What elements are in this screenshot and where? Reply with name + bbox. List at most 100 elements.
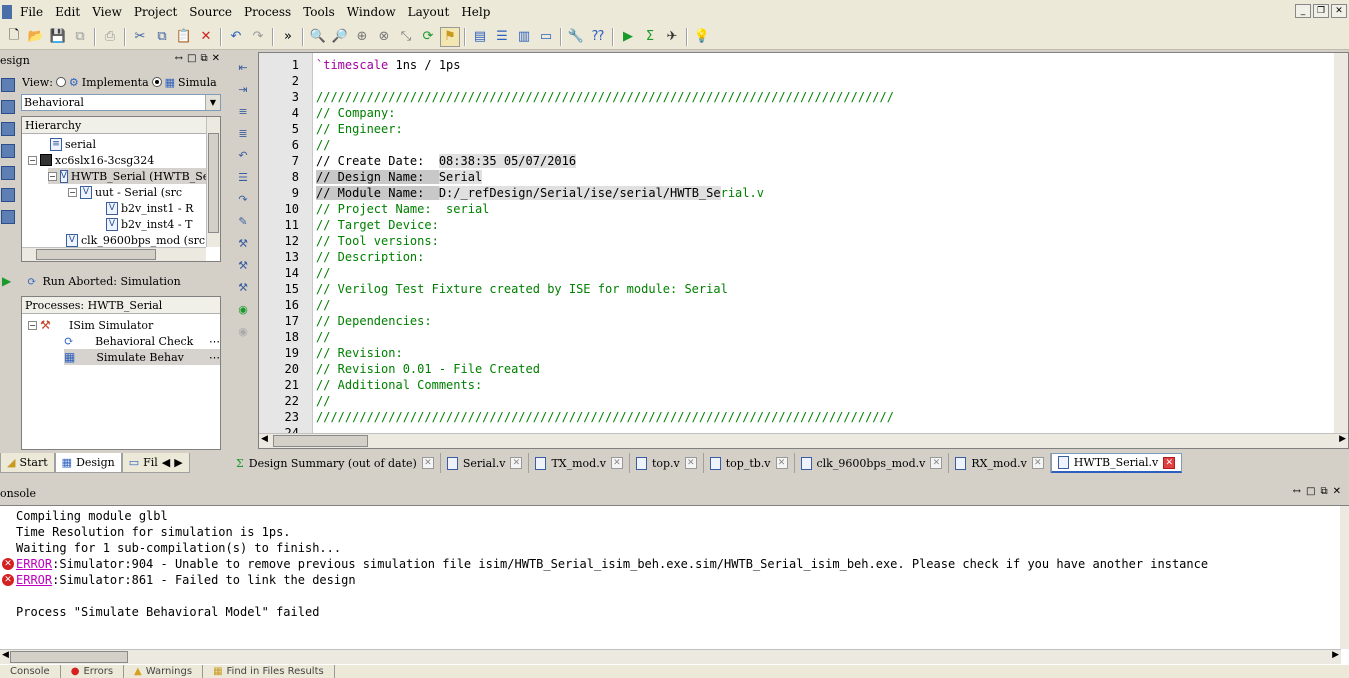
zoom-fit-icon[interactable]: ⊕ xyxy=(352,27,372,47)
close-panel-icon[interactable]: ✕ xyxy=(1333,486,1341,497)
scroll-thumb[interactable] xyxy=(208,133,219,233)
scroll-thumb[interactable] xyxy=(36,249,156,260)
more-options-icon[interactable]: ⋯ xyxy=(209,335,220,348)
back-icon[interactable]: ◉ xyxy=(235,302,251,316)
collapse-icon[interactable]: − xyxy=(28,155,37,165)
hierarchy-icon[interactable] xyxy=(1,122,15,136)
doc-tab[interactable]: HWTB_Serial.v ✕ xyxy=(1050,453,1183,473)
delete-icon[interactable]: ✕ xyxy=(196,27,216,47)
chevron-right-icon[interactable]: ▶ xyxy=(174,456,182,469)
zoom-area-icon[interactable]: ⤡ xyxy=(396,27,416,47)
collapse-icon[interactable]: − xyxy=(68,187,77,197)
run-icon[interactable]: ▶ xyxy=(618,27,638,47)
forward-icon[interactable]: ◉ xyxy=(235,324,251,338)
undo-icon[interactable]: ↶ xyxy=(226,27,246,47)
restore-panel-icon[interactable]: □ xyxy=(187,53,196,64)
menu-project[interactable]: Project xyxy=(128,5,183,19)
play-icon[interactable]: ▶ xyxy=(2,274,11,288)
scroll-left-icon[interactable]: ◀ xyxy=(261,434,268,444)
close-tab-icon[interactable]: ✕ xyxy=(775,457,788,469)
chevron-down-icon[interactable]: ▼ xyxy=(205,95,220,110)
open-file-icon[interactable] xyxy=(1,166,15,180)
doc-tab[interactable]: Serial.v ✕ xyxy=(441,453,530,473)
tab-find-results[interactable]: ▦ Find in Files Results xyxy=(203,665,335,678)
new-file-icon[interactable]: 🗋 xyxy=(4,27,24,47)
mark-next-icon[interactable]: ⚒ xyxy=(235,258,251,272)
open-folder-icon[interactable]: 📂 xyxy=(26,27,46,47)
editor-hscroll[interactable]: ◀ ▶ xyxy=(259,433,1348,448)
copy-icon[interactable]: ⧉ xyxy=(152,27,172,47)
bookmark-icon[interactable]: ☰ xyxy=(235,170,251,184)
mark-prev-icon[interactable]: ⚒ xyxy=(235,280,251,294)
menu-help[interactable]: Help xyxy=(455,5,496,19)
simulation-radio[interactable] xyxy=(151,77,162,87)
doc-tab[interactable]: top.v ✕ xyxy=(630,453,704,473)
mark-icon[interactable]: ⚒ xyxy=(235,236,251,250)
close-tab-icon[interactable]: ✕ xyxy=(684,457,697,469)
float-panel-icon[interactable]: ⧉ xyxy=(1320,486,1327,497)
scroll-right-icon[interactable]: ▶ xyxy=(1332,650,1339,660)
restore-icon[interactable]: ❐ xyxy=(1313,4,1329,18)
float-panel-icon[interactable]: ⧉ xyxy=(200,53,207,64)
close-icon[interactable]: ✕ xyxy=(1331,4,1347,18)
collapse-icon[interactable]: − xyxy=(48,171,57,181)
hierarchy-hscroll[interactable] xyxy=(22,247,206,261)
scroll-right-icon[interactable]: ▶ xyxy=(1339,434,1346,444)
pen-icon[interactable]: ✎ xyxy=(235,214,251,228)
doc-tab[interactable]: TX_mod.v ✕ xyxy=(529,453,630,473)
tile-horizontal-icon[interactable]: ☰ xyxy=(492,27,512,47)
more-icon[interactable]: » xyxy=(278,27,298,47)
console-output[interactable]: Compiling module glbl Time Resolution for… xyxy=(0,505,1349,665)
comment-icon[interactable]: ≡ xyxy=(235,104,251,118)
redo-comment-icon[interactable]: ↷ xyxy=(235,192,251,206)
process-isim[interactable]: − ⚒ ISim Simulator xyxy=(28,317,153,333)
add-copy-icon[interactable] xyxy=(1,100,15,114)
process-simulate-behavioral[interactable]: ▦ Simulate Behav ⋯ xyxy=(64,349,220,365)
help-cursor-icon[interactable]: ⁇ xyxy=(588,27,608,47)
close-tab-icon[interactable]: ✕ xyxy=(510,457,523,469)
error-link[interactable]: ERROR xyxy=(16,557,52,571)
doc-tab[interactable]: clk_9600bps_mod.v ✕ xyxy=(795,453,950,473)
tree-item-b2v-inst1[interactable]: V b2v_inst1 - R xyxy=(106,200,193,216)
menu-layout[interactable]: Layout xyxy=(402,5,456,19)
paste-icon[interactable]: 📋 xyxy=(174,27,194,47)
tab-warnings[interactable]: ▲ Warnings xyxy=(124,665,204,678)
more-options-icon[interactable]: ⋯ xyxy=(209,351,220,364)
window-icon[interactable]: ▭ xyxy=(536,27,556,47)
tree-item-clk[interactable]: V clk_9600bps_mod (src xyxy=(66,232,205,248)
tree-item-uut[interactable]: − V uut - Serial (src xyxy=(68,184,182,200)
indent-icon[interactable]: ⇤ xyxy=(235,60,251,74)
console-hscroll[interactable]: ◀ ▶ xyxy=(0,649,1341,664)
cascade-icon[interactable]: ▤ xyxy=(470,27,490,47)
tab-start[interactable]: ◢ Start xyxy=(0,453,55,473)
add-source-icon[interactable] xyxy=(1,78,15,92)
chevron-left-icon[interactable]: ◀ xyxy=(162,456,170,469)
sigma-icon[interactable]: Σ xyxy=(640,27,660,47)
doc-tab[interactable]: Σ Design Summary (out of date) ✕ xyxy=(230,453,441,473)
redo-icon[interactable]: ↷ xyxy=(248,27,268,47)
uncomment-icon[interactable]: ≣ xyxy=(235,126,251,140)
zoom-full-icon[interactable]: ⊗ xyxy=(374,27,394,47)
doc-tab[interactable]: RX_mod.v ✕ xyxy=(949,453,1051,473)
code-editor[interactable]: 123456789101112131415161718192021222324 … xyxy=(258,52,1349,449)
menu-process[interactable]: Process xyxy=(238,5,297,19)
menu-source[interactable]: Source xyxy=(183,5,238,19)
tree-item-serial[interactable]: ≡ serial xyxy=(50,136,96,152)
probe-icon[interactable]: ✈ xyxy=(662,27,682,47)
menu-view[interactable]: View xyxy=(86,5,128,19)
check-icon[interactable] xyxy=(1,210,15,224)
zoom-in-icon[interactable]: 🔍 xyxy=(308,27,328,47)
implementation-radio[interactable] xyxy=(55,77,66,87)
menu-tools[interactable]: Tools xyxy=(297,5,341,19)
lightbulb-icon[interactable]: 💡 xyxy=(692,27,712,47)
scroll-thumb[interactable] xyxy=(10,651,128,663)
cut-icon[interactable]: ✂ xyxy=(130,27,150,47)
minimize-icon[interactable]: _ xyxy=(1295,4,1311,18)
properties-icon[interactable] xyxy=(1,188,15,202)
undo-comment-icon[interactable]: ↶ xyxy=(235,148,251,162)
tree-item-b2v-inst4[interactable]: V b2v_inst4 - T xyxy=(106,216,192,232)
tab-files[interactable]: ▭ Fil ◀ ▶ xyxy=(121,453,190,473)
highlight-tool-icon[interactable]: ⚑ xyxy=(440,26,460,47)
editor-vscroll[interactable] xyxy=(1334,53,1348,433)
tab-console[interactable]: Console xyxy=(0,665,61,678)
